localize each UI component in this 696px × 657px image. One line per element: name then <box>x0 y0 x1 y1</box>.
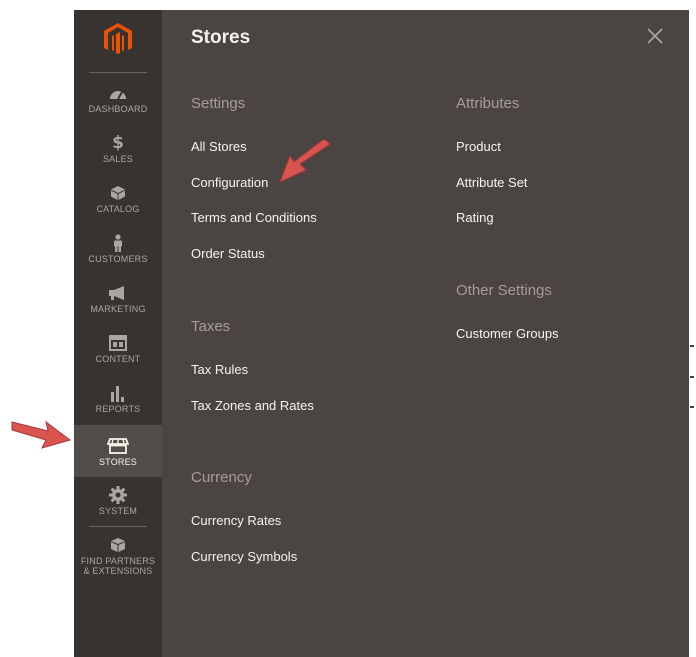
storefront-icon <box>107 435 129 457</box>
menu-link-tax-rules[interactable]: Tax Rules <box>191 362 248 377</box>
page-edge-mark <box>690 376 694 378</box>
sidebar-item-marketing[interactable]: MARKETING <box>74 282 162 332</box>
sidebar-item-label: REPORTS <box>95 404 141 414</box>
menu-link-rating[interactable]: Rating <box>456 210 494 225</box>
bar-chart-icon <box>109 382 127 404</box>
page-background-strip <box>689 10 696 657</box>
menu-link-tax-zones-and-rates[interactable]: Tax Zones and Rates <box>191 398 314 413</box>
megaphone-icon <box>108 282 128 304</box>
magento-logo[interactable] <box>74 22 162 62</box>
sidebar-item-label: CUSTOMERS <box>88 254 148 264</box>
admin-screen: DASHBOARD $ SALES CATALOG CUSTOMERS MARK… <box>0 0 696 657</box>
sidebar-item-label: DASHBOARD <box>88 104 148 114</box>
sidebar-item-customers[interactable]: CUSTOMERS <box>74 232 162 282</box>
menu-link-customer-groups[interactable]: Customer Groups <box>456 326 559 341</box>
admin-sidebar: DASHBOARD $ SALES CATALOG CUSTOMERS MARK… <box>74 10 162 657</box>
sidebar-item-find-partners[interactable]: FIND PARTNERS & EXTENSIONS <box>74 534 162 594</box>
gear-icon <box>109 484 127 506</box>
layout-icon <box>109 332 127 354</box>
sidebar-item-sales[interactable]: $ SALES <box>74 132 162 182</box>
sidebar-item-label: SALES <box>102 154 134 164</box>
person-icon <box>112 232 124 254</box>
sidebar-item-catalog[interactable]: CATALOG <box>74 182 162 232</box>
section-title-settings: Settings <box>191 95 246 112</box>
sidebar-divider <box>89 526 147 527</box>
section-title-taxes: Taxes <box>191 318 231 335</box>
menu-link-product[interactable]: Product <box>456 139 501 154</box>
sidebar-item-label: STORES <box>98 457 138 467</box>
boxes-icon <box>108 534 128 556</box>
annotation-arrow-icon <box>279 140 331 183</box>
cube-icon <box>110 182 126 204</box>
panel-title: Stores <box>191 27 251 48</box>
close-button[interactable] <box>645 26 665 46</box>
sidebar-item-label: CATALOG <box>96 204 140 214</box>
menu-link-terms-and-conditions[interactable]: Terms and Conditions <box>191 210 317 225</box>
menu-link-configuration[interactable]: Configuration <box>191 175 268 190</box>
sidebar-item-content[interactable]: CONTENT <box>74 332 162 382</box>
page-edge-mark <box>690 406 694 408</box>
dollar-icon: $ <box>112 133 124 153</box>
stores-flyout-panel: Stores Settings All Stores Configuration… <box>162 10 689 657</box>
menu-link-all-stores[interactable]: All Stores <box>191 139 247 154</box>
sidebar-item-label: FIND PARTNERS & EXTENSIONS <box>80 556 156 576</box>
sidebar-divider <box>89 72 147 73</box>
sidebar-item-stores[interactable]: STORES <box>74 425 162 477</box>
sidebar-item-label: SYSTEM <box>98 506 138 516</box>
sidebar-item-label: CONTENT <box>95 354 141 364</box>
section-title-attributes: Attributes <box>456 95 520 112</box>
menu-link-attribute-set[interactable]: Attribute Set <box>456 175 528 190</box>
menu-link-currency-symbols[interactable]: Currency Symbols <box>191 549 297 564</box>
page-edge-mark <box>690 345 694 347</box>
sidebar-item-label: MARKETING <box>90 304 146 314</box>
section-title-currency: Currency <box>191 469 252 486</box>
sidebar-item-dashboard[interactable]: DASHBOARD <box>74 82 162 132</box>
annotation-arrow-icon <box>11 420 72 449</box>
menu-link-order-status[interactable]: Order Status <box>191 246 265 261</box>
magento-logo-icon <box>104 23 132 54</box>
menu-link-currency-rates[interactable]: Currency Rates <box>191 513 281 528</box>
dashboard-icon <box>109 82 127 104</box>
close-icon <box>647 28 663 44</box>
section-title-other-settings: Other Settings <box>456 282 552 299</box>
